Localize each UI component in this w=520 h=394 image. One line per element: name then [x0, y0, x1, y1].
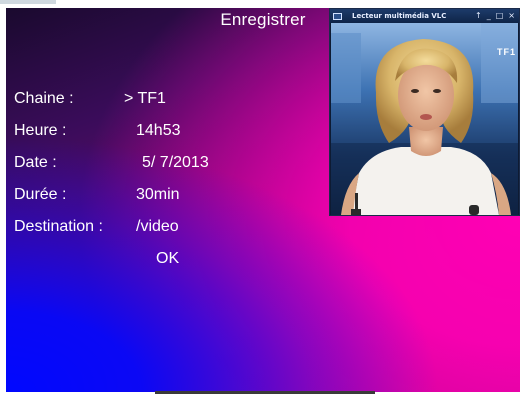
field-value-destination[interactable]: /video	[136, 218, 179, 236]
field-label-date: Date :	[14, 154, 57, 171]
vlc-window[interactable]: Lecteur multimédia VLC ↑ _ □ × TF1	[329, 8, 520, 216]
field-value-date[interactable]: 5/ 7/2013	[142, 154, 209, 172]
vlc-titlebar[interactable]: Lecteur multimédia VLC ↑ _ □ ×	[330, 9, 519, 23]
news-anchor-image	[331, 23, 518, 215]
field-label-duration: Durée :	[14, 186, 67, 203]
screen: Enregistrer Chaine : > TF1 Heure : 14h53…	[0, 0, 520, 394]
minimize-icon[interactable]: _	[487, 10, 491, 22]
maximize-icon[interactable]: □	[496, 10, 504, 22]
video-frame[interactable]: TF1	[331, 23, 518, 215]
vlc-window-controls: ↑ _ □ ×	[475, 10, 515, 22]
tf1-logo: TF1	[496, 47, 516, 57]
ok-button[interactable]: OK	[156, 250, 179, 268]
field-label-destination: Destination :	[14, 218, 103, 235]
field-value-time[interactable]: 14h53	[136, 122, 181, 140]
window-icon	[333, 12, 342, 20]
window-frame-edge	[0, 0, 56, 4]
field-label-time: Heure :	[14, 122, 67, 139]
field-label-channel: Chaine :	[14, 90, 74, 107]
keep-above-icon[interactable]: ↑	[475, 10, 482, 22]
close-icon[interactable]: ×	[508, 10, 515, 22]
vlc-window-title: Lecteur multimédia VLC	[352, 12, 447, 20]
field-value-channel[interactable]: > TF1	[124, 90, 166, 108]
field-value-duration[interactable]: 30min	[136, 186, 180, 204]
